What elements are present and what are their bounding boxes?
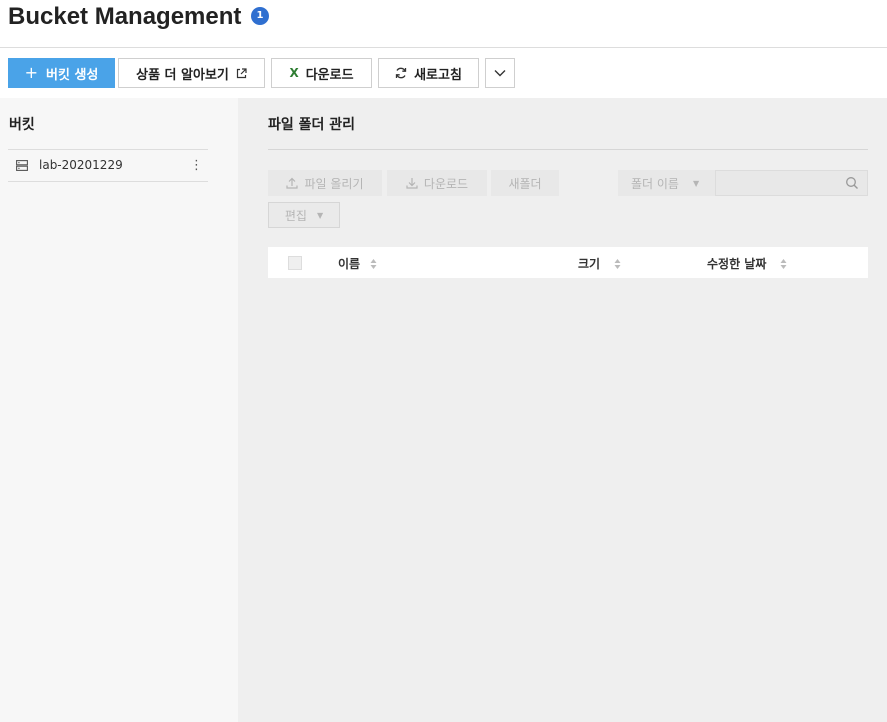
kebab-menu-icon[interactable]: ⋮ [190,156,203,176]
column-header-size[interactable]: 크기 [578,255,621,272]
download-label: 다운로드 [305,67,354,83]
toolbar: + 버킷 생성 상품 더 알아보기 X 다운로드 새로고침 [0,48,887,98]
storage-icon [16,160,28,171]
excel-icon: X [289,66,299,80]
panel-title: 파일 폴더 관리 [268,117,356,133]
search-filter-value: 폴더 이름 [631,176,679,191]
column-header-modified[interactable]: 수정한 날짜 [707,255,787,272]
bucket-sidebar: 버킷 lab-20201229 ⋮ [0,98,238,722]
sort-icon [614,258,621,269]
download-button[interactable]: X 다운로드 [271,58,372,88]
file-folder-panel: 파일 폴더 관리 파일 올리기 다운로드 새폴더 편집 ▼ 폴더 이름 ▼ 이름 [238,98,887,722]
sort-icon [370,258,377,269]
new-folder-button[interactable]: 새폴더 [491,170,559,196]
sort-icon [780,258,787,269]
column-size-label: 크기 [578,257,601,271]
learn-more-button[interactable]: 상품 더 알아보기 [118,58,265,88]
column-header-name[interactable]: 이름 [338,255,377,272]
sidebar-title: 버킷 [9,117,35,133]
file-table-header: 이름 크기 수정한 날짜 [268,247,868,278]
bucket-list-item[interactable]: lab-20201229 ⋮ [8,150,208,182]
more-options-button[interactable] [485,58,515,88]
caret-down-icon: ▼ [692,178,700,188]
search-input[interactable] [716,171,836,195]
chevron-down-icon [494,70,506,77]
learn-more-label: 상품 더 알아보기 [136,67,229,83]
external-link-icon [236,67,247,78]
search-box [715,170,868,196]
refresh-label: 새로고침 [414,67,462,83]
refresh-icon [395,67,407,79]
edit-label: 편집 [284,208,307,223]
page-title: Bucket Management [8,3,242,30]
download-file-label: 다운로드 [423,176,469,191]
caret-down-icon: ▼ [316,210,324,220]
column-modified-label: 수정한 날짜 [707,257,767,271]
upload-file-button[interactable]: 파일 올리기 [268,170,382,196]
create-bucket-label: 버킷 생성 [46,67,99,83]
column-name-label: 이름 [338,257,361,271]
select-all-checkbox[interactable] [288,256,302,270]
page-header: Bucket Management 1 [0,0,887,48]
new-folder-label: 새폴더 [508,176,542,191]
search-icon[interactable] [845,176,859,190]
upload-icon [286,177,299,189]
refresh-button[interactable]: 새로고침 [378,58,479,88]
info-badge[interactable]: 1 [251,7,269,25]
download-file-button[interactable]: 다운로드 [387,170,487,196]
create-bucket-button[interactable]: + 버킷 생성 [8,58,115,88]
plus-icon: + [24,63,39,82]
panel-divider [268,149,868,150]
download-icon [406,178,418,189]
upload-file-label: 파일 올리기 [304,176,364,191]
search-filter-select[interactable]: 폴더 이름 ▼ [618,170,715,196]
edit-dropdown[interactable]: 편집 ▼ [268,202,340,228]
bucket-name: lab-20201229 [39,158,123,172]
